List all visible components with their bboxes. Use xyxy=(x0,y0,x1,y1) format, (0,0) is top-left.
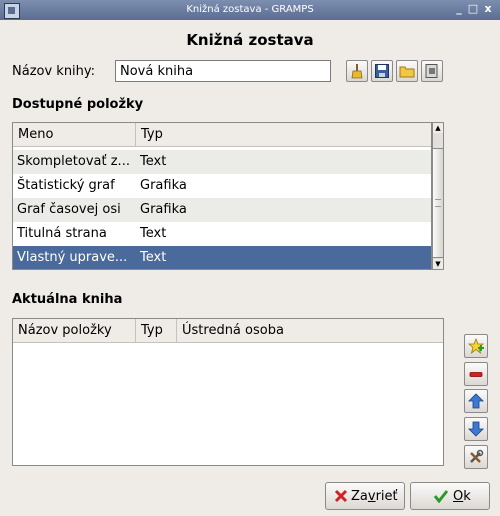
close-button[interactable]: Zavrieť xyxy=(325,482,405,510)
row-type: Text xyxy=(140,250,167,265)
dialog-heading: Knižná zostava xyxy=(186,31,314,49)
save-icon xyxy=(375,64,389,78)
row-name: Titulná strana xyxy=(17,226,107,241)
book-name-label: Názov knihy: xyxy=(12,64,96,79)
open-folder-icon xyxy=(399,66,415,78)
vertical-scrollbar[interactable]: ▲ ▼ xyxy=(432,122,444,270)
column-header-type[interactable]: Typ xyxy=(136,123,431,147)
scrollbar-thumb[interactable] xyxy=(433,148,443,258)
move-up-button[interactable] xyxy=(464,389,488,413)
up-arrow-icon xyxy=(468,393,484,409)
available-items-title: Dostupné položky xyxy=(12,97,144,112)
maximize-button[interactable]: □ xyxy=(467,3,479,15)
scroll-up-arrow-icon[interactable]: ▲ xyxy=(433,123,443,133)
column-header-type[interactable]: Typ xyxy=(136,319,177,343)
window-title: Knižná zostava - GRAMPS xyxy=(186,4,314,15)
configure-icon xyxy=(470,449,484,463)
row-name: Vlastný uprave... xyxy=(17,250,128,265)
row-name: Graf časovej osi xyxy=(17,202,121,217)
table-row[interactable]: Graf časovej osi Grafika xyxy=(13,198,431,222)
clear-button[interactable] xyxy=(346,60,368,82)
close-button-label: Zavrieť xyxy=(351,489,398,504)
close-window-button[interactable]: x xyxy=(482,3,494,15)
edit-books-icon xyxy=(425,64,438,78)
edit-books-button[interactable] xyxy=(421,60,443,82)
row-name: Štatistický graf xyxy=(17,178,115,193)
row-type: Text xyxy=(140,226,167,241)
table-header: Meno Typ xyxy=(13,123,431,147)
title-bar[interactable]: Knižná zostava - GRAMPS _ □ x xyxy=(0,0,500,20)
clear-icon xyxy=(351,64,363,79)
table-row[interactable]: Štatistický graf Grafika xyxy=(13,174,431,198)
table-row-selected[interactable]: Vlastný uprave... Text xyxy=(13,246,431,269)
row-name: Skompletovať z... xyxy=(17,154,130,169)
current-book-table[interactable]: Názov položky Typ Ústredná osoba xyxy=(12,318,444,466)
column-header-center-person[interactable]: Ústredná osoba xyxy=(177,319,443,343)
row-type: Text xyxy=(140,154,167,169)
table-row[interactable]: Titulná strana Text xyxy=(13,222,431,246)
ok-button[interactable]: Ok xyxy=(410,482,490,510)
close-icon xyxy=(334,489,348,503)
column-header-name[interactable]: Meno xyxy=(13,123,136,147)
current-book-title: Aktuálna kniha xyxy=(12,292,123,307)
book-name-input[interactable]: Nová kniha xyxy=(115,60,331,82)
available-items-table[interactable]: Meno Typ Skompletovať z... Text Štatisti… xyxy=(12,122,432,270)
open-button[interactable] xyxy=(396,60,418,82)
move-down-button[interactable] xyxy=(464,417,488,441)
checkmark-icon xyxy=(433,490,449,503)
scroll-down-arrow-icon[interactable]: ▼ xyxy=(433,259,443,269)
remove-icon xyxy=(469,372,483,377)
add-icon xyxy=(468,338,484,354)
minimize-button[interactable]: _ xyxy=(453,3,465,15)
row-type: Grafika xyxy=(140,178,187,193)
ok-button-label: Ok xyxy=(453,489,471,504)
column-header-item-name[interactable]: Názov položky xyxy=(13,319,136,343)
configure-button[interactable] xyxy=(464,445,488,469)
remove-button[interactable] xyxy=(464,362,488,386)
table-header: Názov položky Typ Ústredná osoba xyxy=(13,319,443,343)
table-row[interactable]: Skompletovať z... Text xyxy=(13,150,431,174)
down-arrow-icon xyxy=(468,421,484,437)
row-type: Grafika xyxy=(140,202,187,217)
save-button[interactable] xyxy=(371,60,393,82)
add-button[interactable] xyxy=(464,334,488,358)
